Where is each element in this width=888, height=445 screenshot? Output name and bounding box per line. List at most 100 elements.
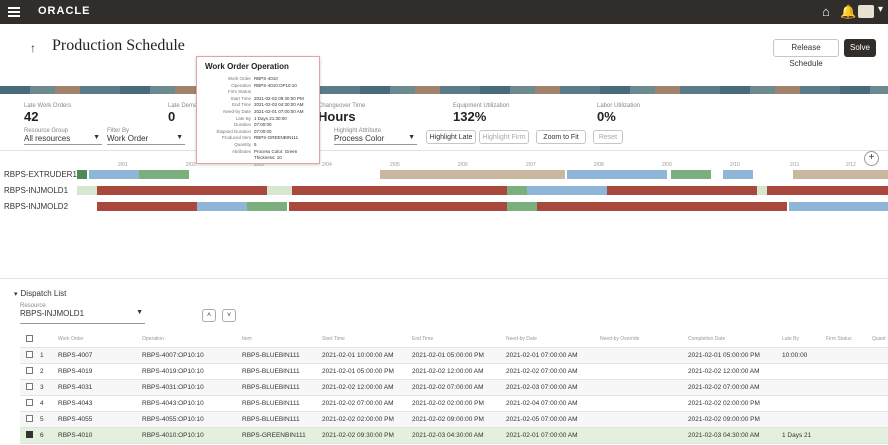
gantt-tick-label: 2/02 <box>186 162 196 168</box>
gantt-bar[interactable] <box>537 202 787 211</box>
next-resource-button[interactable]: ˅ <box>222 309 236 322</box>
table-cell-op: RBPS-4043:OP10:10 <box>142 400 204 407</box>
column-header[interactable]: Start Time <box>322 336 345 342</box>
dispatch-list-heading: Dispatch List <box>20 289 67 298</box>
popup-field-label: Produced Item <box>221 135 251 141</box>
gantt-tick-label: 2/07 <box>526 162 536 168</box>
table-header-row: Work Order Operation Item Start Time End Tim… <box>20 332 888 348</box>
row-checkbox[interactable] <box>26 367 33 374</box>
row-checkbox[interactable] <box>26 351 33 358</box>
zoom-in-icon[interactable]: + <box>864 151 879 166</box>
highlight-firm-button[interactable]: Highlight Firm <box>479 130 529 144</box>
zoom-to-fit-button[interactable]: Zoom to Fit <box>536 130 586 144</box>
highlight-late-button[interactable]: Highlight Late <box>426 130 476 144</box>
release-schedule-button[interactable]: Release Schedule <box>773 39 839 68</box>
column-header[interactable]: Need-by Override <box>600 336 639 342</box>
gantt-bar[interactable] <box>197 202 247 211</box>
table-row[interactable]: 3 RBPS-4031 RBPS-4031:OP10:10 RBPS-BLUEBIN1… <box>20 380 888 396</box>
table-row[interactable]: 5 RBPS-4055 RBPS-4055:OP10:10 RBPS-BLUEBIN1… <box>20 412 888 428</box>
oracle-logo[interactable]: ORACLE <box>38 5 90 17</box>
table-cell-comp: 2021-02-02 09:00:00 PM <box>688 416 760 423</box>
column-header[interactable]: Firm Status <box>826 336 852 342</box>
column-header[interactable]: Quant <box>872 336 886 342</box>
caret-down-icon: ▼ <box>93 134 100 141</box>
filter-by-select[interactable]: Filter By Work Order ▼ <box>107 128 185 145</box>
gantt-bar[interactable] <box>793 170 888 179</box>
notifications-icon[interactable]: 🔔 <box>840 4 856 20</box>
metric-late-work-orders: Late Work Orders 42 <box>24 103 71 124</box>
gantt-tick-label: 2/06 <box>458 162 468 168</box>
column-header[interactable]: Late By <box>782 336 799 342</box>
gantt-divider <box>0 150 888 151</box>
metric-changeover-time: Changeover Time Hours <box>318 103 365 124</box>
dispatch-list-toggle[interactable]: ▾ Dispatch List <box>14 289 66 298</box>
row-checkbox[interactable] <box>26 383 33 390</box>
popup-field-value: 2021-02-03 04:30:00 AM <box>254 102 304 108</box>
gantt-bar[interactable] <box>380 170 565 179</box>
table-cell-item: RBPS-BLUEBIN111 <box>242 400 300 407</box>
resource-group-select[interactable]: Resource Group All resources ▼ <box>24 128 102 145</box>
table-row[interactable]: 4 RBPS-4043 RBPS-4043:OP10:10 RBPS-BLUEBIN1… <box>20 396 888 412</box>
gantt-bar[interactable] <box>247 202 287 211</box>
row-checkbox[interactable] <box>26 415 33 422</box>
home-icon[interactable]: ⌂ <box>822 4 830 19</box>
column-header[interactable]: Operation <box>142 336 164 342</box>
highlight-attribute-select[interactable]: Highlight Attribute Process Color ▼ <box>334 128 417 145</box>
table-cell-wo: RBPS-4031 <box>58 384 93 391</box>
gantt-bar[interactable] <box>789 202 888 211</box>
gantt-bar[interactable] <box>671 170 711 179</box>
table-cell-item: RBPS-BLUEBIN111 <box>242 416 300 423</box>
column-header[interactable]: End Time <box>412 336 433 342</box>
gantt-track-injmold1[interactable] <box>77 186 888 195</box>
previous-resource-button[interactable]: ˄ <box>202 309 216 322</box>
gantt-track-injmold2[interactable] <box>77 202 888 211</box>
column-header[interactable]: Completion Date <box>688 336 725 342</box>
dispatch-resource-select[interactable]: Resource RBPS-INJMOLD1 ▼ <box>20 303 145 324</box>
gantt-bar[interactable] <box>292 186 507 195</box>
table-cell-comp: 2021-02-02 07:00:00 AM <box>688 384 760 391</box>
column-header[interactable]: Item <box>242 336 252 342</box>
gantt-tick-label: 2/09 <box>662 162 672 168</box>
reset-button[interactable]: Reset <box>593 130 623 144</box>
gantt-bar[interactable] <box>139 170 189 179</box>
gantt-bar[interactable] <box>767 186 888 195</box>
metric-labor-utilization: Labor Utilization 0% <box>597 103 640 124</box>
select-all-checkbox[interactable] <box>26 335 33 342</box>
gantt-bar[interactable] <box>723 170 753 179</box>
table-row[interactable]: 1 RBPS-4007 RBPS-4007:OP10:10 RBPS-BLUEBIN1… <box>20 348 888 364</box>
popup-field-value: RBPS-4010:OP10:10 <box>254 82 297 88</box>
table-row[interactable]: 2 RBPS-4019 RBPS-4019:OP10:10 RBPS-BLUEBIN1… <box>20 364 888 380</box>
table-cell-start: 2021-02-02 07:00:00 AM <box>322 400 394 407</box>
gantt-tick-label: 2/08 <box>594 162 604 168</box>
table-cell-start: 2021-02-02 02:00:00 PM <box>322 416 394 423</box>
popup-field-label: Duration <box>233 122 251 128</box>
column-header[interactable]: Need-by Date <box>506 336 537 342</box>
row-checkbox[interactable] <box>26 399 33 406</box>
gantt-bar[interactable] <box>89 170 139 179</box>
table-row[interactable]: 6 RBPS-4010 RBPS-4010:OP10:10 RBPS-GREENBIN… <box>20 428 888 444</box>
back-arrow-icon[interactable]: ↑ <box>30 41 36 55</box>
row-checkbox[interactable] <box>26 431 33 438</box>
gantt-bar[interactable] <box>77 170 87 179</box>
gantt-bar[interactable] <box>567 170 667 179</box>
gantt-row-label: RBPS-EXTRUDER1 <box>4 170 77 179</box>
table-cell-end: 2021-02-02 07:00:00 AM <box>412 384 484 391</box>
gantt-bar[interactable] <box>607 186 757 195</box>
popup-field-value: 07:00:00 <box>254 128 272 134</box>
solve-button[interactable]: Solve <box>844 39 876 57</box>
gantt-bar[interactable] <box>97 202 197 211</box>
gantt-track-extruder1[interactable] <box>77 170 888 179</box>
table-cell-wo: RBPS-4019 <box>58 368 93 375</box>
column-header[interactable]: Work Order <box>58 336 84 342</box>
gantt-bar[interactable] <box>507 202 537 211</box>
gantt-bar[interactable] <box>527 186 607 195</box>
table-cell-end: 2021-02-02 09:00:00 PM <box>412 416 484 423</box>
chevron-down-icon[interactable]: ▾ <box>878 4 883 15</box>
hamburger-menu-icon[interactable] <box>8 5 20 19</box>
avatar[interactable] <box>858 5 874 18</box>
table-cell-op: RBPS-4007:OP10:10 <box>142 352 204 359</box>
gantt-bar[interactable] <box>507 186 527 195</box>
gantt-bar[interactable] <box>289 202 507 211</box>
gantt-bar[interactable] <box>97 186 267 195</box>
table-cell-op: RBPS-4031:OP10:10 <box>142 384 204 391</box>
